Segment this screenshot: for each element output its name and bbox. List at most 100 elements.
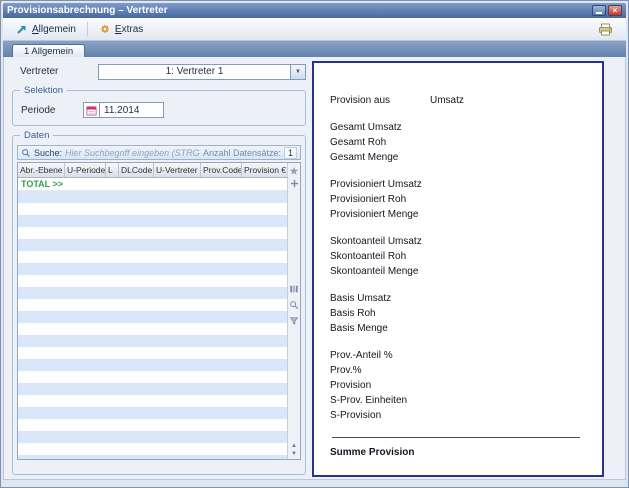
selektion-groupbox: Selektion Periode [12, 90, 306, 126]
print-button[interactable] [590, 20, 621, 39]
provisioniert-roh-label: Provisioniert Roh [330, 194, 430, 205]
provision-label: Provision [330, 380, 430, 391]
basis-group: Basis Umsatz Basis Roh Basis Menge [330, 291, 590, 336]
basis-umsatz-label: Basis Umsatz [330, 293, 430, 304]
provision-group: Prov.-Anteil % Prov.% Provision S-Prov. … [330, 348, 590, 423]
provisioniert-menge-label: Provisioniert Menge [330, 209, 430, 220]
left-panel: Vertreter 1: Vertreter 1 ▼ Selektion Per… [12, 63, 306, 475]
grid-rows-area[interactable] [18, 191, 287, 459]
prov-prozent-label: Prov.% [330, 365, 430, 376]
summary-line: Basis Roh [330, 306, 590, 321]
grid-tools-group [288, 281, 300, 326]
vertreter-row: Vertreter 1: Vertreter 1 ▼ [12, 63, 306, 80]
summary-content: Provision aus Umsatz Gesamt Umsatz Gesam… [314, 63, 602, 462]
summary-line: Gesamt Umsatz [330, 120, 590, 135]
skontoanteil-roh-label: Skontoanteil Roh [330, 251, 430, 262]
grid-total-row[interactable]: TOTAL >> [18, 178, 287, 191]
minimize-button[interactable] [592, 5, 606, 16]
scroll-down-icon[interactable]: ▼ [291, 451, 297, 457]
column-header-provision[interactable]: Provision € [242, 163, 287, 177]
filter-icon [289, 316, 299, 326]
app-window: Provisionsabrechnung – Vertreter × Allge… [0, 0, 629, 488]
skontoanteil-umsatz-label: Skontoanteil Umsatz [330, 236, 430, 247]
column-header-u-vertreter[interactable]: U-Vertreter [154, 163, 201, 177]
provisioniert-umsatz-label: Provisioniert Umsatz [330, 179, 430, 190]
summary-line: Skontoanteil Umsatz [330, 234, 590, 249]
summary-line: Basis Umsatz [330, 291, 590, 306]
filter-button[interactable] [289, 315, 300, 326]
arrow-up-right-icon [16, 23, 28, 35]
vertreter-selected-value: 1: Vertreter 1 [99, 65, 290, 79]
column-header-dlcode[interactable]: DLCode [119, 163, 154, 177]
content-area: Vertreter 1: Vertreter 1 ▼ Selektion Per… [3, 57, 626, 480]
gear-icon [99, 23, 111, 35]
toolbar-separator [87, 22, 88, 36]
search-label: Suche: [34, 148, 62, 158]
column-header-prov-code[interactable]: Prov.Code [201, 163, 242, 177]
periode-label: Periode [21, 105, 83, 116]
plus-icon [290, 179, 299, 188]
provision-aus-row: Provision aus Umsatz [330, 93, 590, 108]
selektion-title: Selektion [20, 85, 67, 96]
grid-side-toolbar: ▲ ▼ [287, 163, 300, 459]
periode-input[interactable] [100, 102, 164, 118]
s-provision-label: S-Provision [330, 410, 430, 421]
main-toolbar: Allgemein Extras [3, 18, 626, 41]
extras-menu-label: Extras [115, 24, 143, 35]
calendar-picker-button[interactable] [83, 102, 100, 118]
summary-line: Gesamt Menge [330, 150, 590, 165]
gesamt-umsatz-label: Gesamt Umsatz [330, 122, 430, 133]
close-button[interactable]: × [608, 5, 622, 16]
summary-panel: Provision aus Umsatz Gesamt Umsatz Gesam… [312, 61, 604, 477]
summary-line: Provisioniert Roh [330, 192, 590, 207]
summary-line: S-Provision [330, 408, 590, 423]
vertreter-label: Vertreter [20, 66, 98, 77]
basis-menge-label: Basis Menge [330, 323, 430, 334]
summe-provision-label: Summe Provision [330, 447, 590, 462]
minimize-icon [596, 12, 602, 14]
grid-customize-button[interactable] [289, 165, 300, 176]
grid-header-row: Abr.-Ebene U-Periode L DLCode U-Vertrete… [18, 163, 287, 178]
record-count-label: Anzahl Datensätze: [203, 148, 281, 158]
title-bar: Provisionsabrechnung – Vertreter × [3, 3, 626, 18]
column-header-u-periode[interactable]: U-Periode [65, 163, 106, 177]
search-icon [21, 148, 31, 158]
grid-search-bar: Suche: Anzahl Datensätze: 1 [17, 145, 301, 160]
grid-scroll-group: ▲ ▼ [288, 443, 300, 457]
window-title: Provisionsabrechnung – Vertreter [7, 5, 590, 16]
vertreter-combobox[interactable]: 1: Vertreter 1 ▼ [98, 64, 306, 80]
allgemein-menu-label: Allgemein [32, 24, 76, 35]
calendar-icon [86, 105, 97, 116]
columns-icon [289, 284, 299, 294]
daten-groupbox: Daten Suche: Anzahl Datensätze: 1 Abr.-E… [12, 135, 306, 475]
gesamt-roh-label: Gesamt Roh [330, 137, 430, 148]
star-icon [289, 166, 299, 176]
data-grid: Abr.-Ebene U-Periode L DLCode U-Vertrete… [17, 162, 301, 460]
zoom-button[interactable] [289, 299, 300, 310]
column-header-l[interactable]: L [106, 163, 119, 177]
summary-line: Prov.-Anteil % [330, 348, 590, 363]
summary-line: Provision [330, 378, 590, 393]
skontoanteil-group: Skontoanteil Umsatz Skontoanteil Roh Sko… [330, 234, 590, 279]
tab-allgemein[interactable]: 1 Allgemein [12, 44, 85, 58]
record-count-value: 1 [284, 147, 297, 159]
grid-main: Abr.-Ebene U-Periode L DLCode U-Vertrete… [18, 163, 287, 459]
summary-line: Provisioniert Menge [330, 207, 590, 222]
allgemein-menu-button[interactable]: Allgemein [8, 20, 84, 38]
gesamt-menge-label: Gesamt Menge [330, 152, 430, 163]
extras-menu-button[interactable]: Extras [91, 20, 151, 38]
gesamt-group: Gesamt Umsatz Gesamt Roh Gesamt Menge [330, 120, 590, 165]
summary-line: Provisioniert Umsatz [330, 177, 590, 192]
column-header-abr-ebene[interactable]: Abr.-Ebene [18, 163, 65, 177]
periode-row: Periode [13, 102, 305, 118]
summary-line: Skontoanteil Menge [330, 264, 590, 279]
add-row-button[interactable] [289, 178, 300, 189]
chevron-down-icon[interactable]: ▼ [290, 65, 305, 79]
scroll-up-icon[interactable]: ▲ [291, 443, 297, 449]
columns-button[interactable] [289, 283, 300, 294]
magnifier-icon [289, 300, 299, 310]
summary-line: Prov.% [330, 363, 590, 378]
prov-anteil-label: Prov.-Anteil % [330, 350, 430, 361]
search-input[interactable] [65, 148, 200, 158]
summary-line: S-Prov. Einheiten [330, 393, 590, 408]
